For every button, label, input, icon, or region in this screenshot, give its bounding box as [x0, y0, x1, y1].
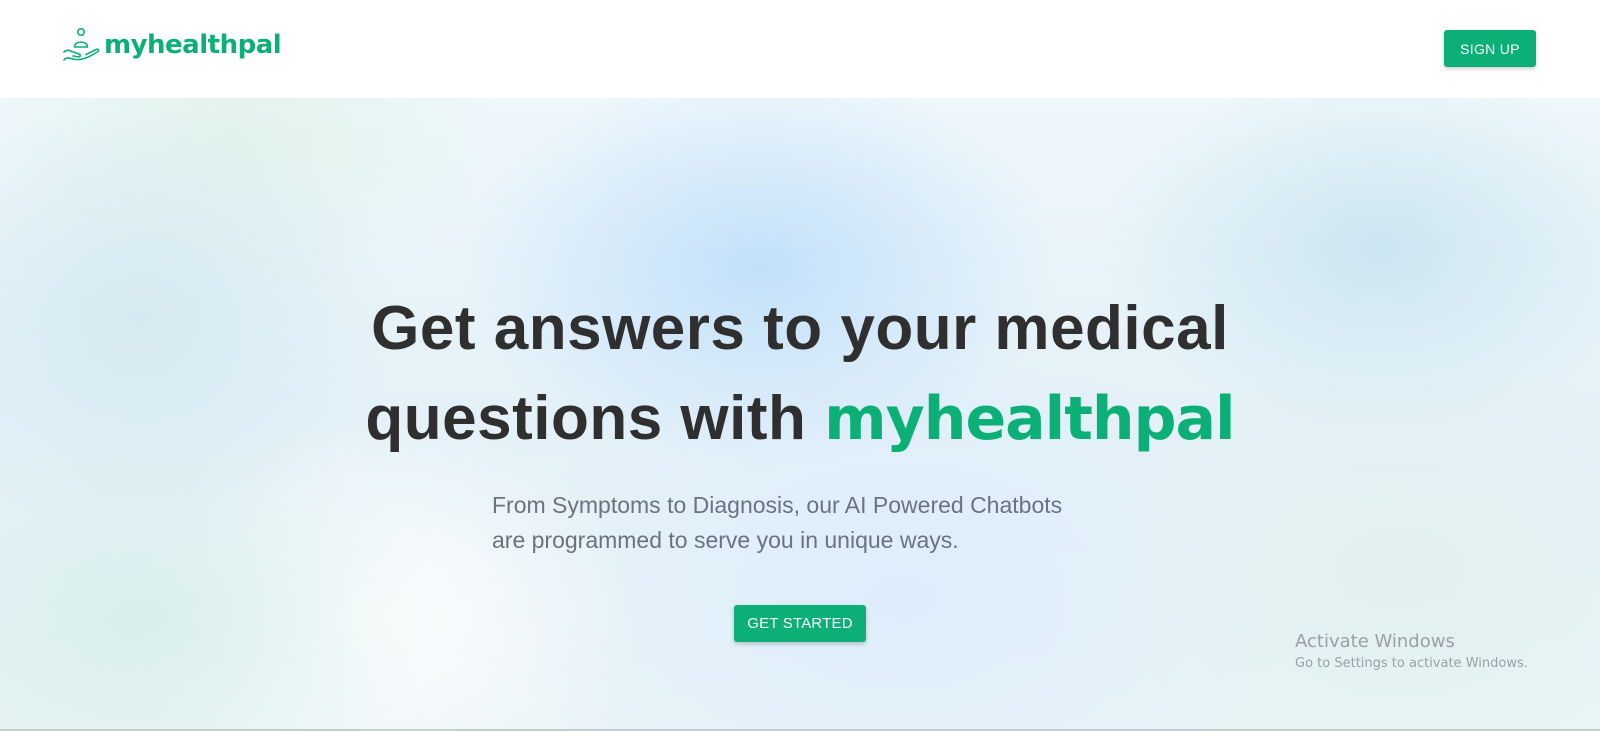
person-in-hand-icon — [62, 26, 100, 64]
headline-brand: myhealthpal — [824, 384, 1235, 454]
top-nav: myhealthpal SIGN UP — [0, 0, 1600, 98]
hero-subtext: From Symptoms to Diagnosis, our AI Power… — [492, 488, 1132, 558]
sign-up-button[interactable]: SIGN UP — [1444, 30, 1536, 67]
subtext-line-2: are programmed to serve you in unique wa… — [492, 527, 959, 553]
watermark-subtitle: Go to Settings to activate Windows. — [1295, 656, 1528, 671]
subtext-line-1: From Symptoms to Diagnosis, our AI Power… — [492, 492, 1063, 518]
watermark-title: Activate Windows — [1295, 631, 1455, 652]
headline-line-2-prefix: questions with — [365, 384, 807, 453]
hero-headline: Get answers to your medical questions wi… — [300, 284, 1300, 464]
hero-section: Get answers to your medical questions wi… — [0, 98, 1600, 729]
logo-text: myhealthpal — [104, 30, 282, 60]
logo-link[interactable]: myhealthpal — [62, 26, 282, 64]
activate-windows-watermark: Activate Windows Go to Settings to activ… — [1295, 630, 1528, 674]
get-started-button[interactable]: GET STARTED — [734, 605, 866, 642]
headline-line-1: Get answers to your medical — [371, 294, 1229, 363]
